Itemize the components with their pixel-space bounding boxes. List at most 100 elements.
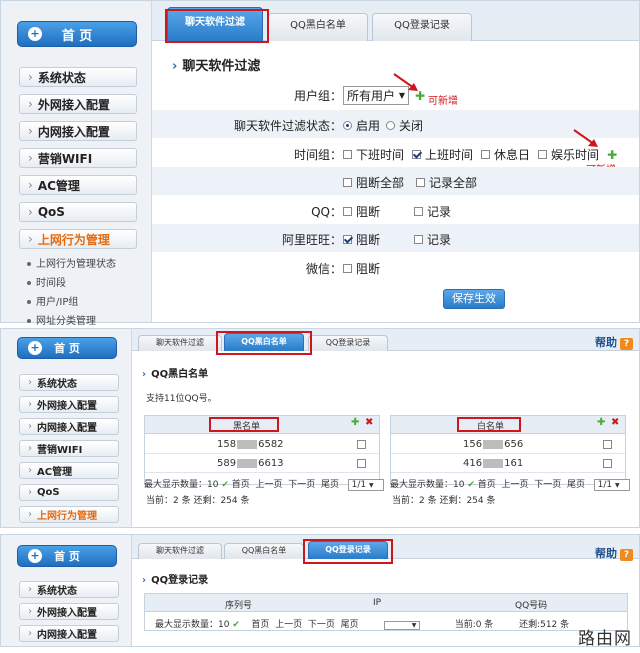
nav-behavior[interactable]: › 上网行为管理 bbox=[19, 229, 137, 249]
qq-suffix: 6582 bbox=[258, 439, 284, 450]
nav-behavior[interactable]: › 上网行为管理 bbox=[19, 506, 119, 523]
prev-page-link[interactable]: 上一页 bbox=[501, 480, 528, 490]
nav-system-status[interactable]: › 系统状态 bbox=[19, 374, 119, 391]
max-show-value[interactable]: 10 bbox=[207, 480, 218, 490]
last-page-link[interactable]: 尾页 bbox=[567, 480, 585, 490]
sidebar: + 首 页 › 系统状态 › 外网接入配置 › 内网接入配置 bbox=[1, 535, 131, 646]
nav-label: AC管理 bbox=[37, 178, 80, 193]
home-button[interactable]: + 首 页 bbox=[17, 21, 137, 47]
check-icon[interactable]: ✔ bbox=[218, 480, 231, 490]
nav-wan-config[interactable]: › 外网接入配置 bbox=[19, 603, 119, 620]
tab-chat-filter[interactable]: 聊天软件过滤 bbox=[138, 543, 222, 559]
aliww-block-checkbox[interactable] bbox=[343, 235, 352, 244]
row-checkbox[interactable] bbox=[357, 440, 366, 449]
next-page-link[interactable]: 下一页 bbox=[288, 480, 315, 490]
bullet-icon bbox=[27, 281, 31, 285]
highlight-box bbox=[303, 539, 393, 564]
time-rest-checkbox[interactable] bbox=[481, 150, 491, 159]
first-page-link[interactable]: 首页 bbox=[478, 480, 496, 490]
sub-time-period[interactable]: 时间段 bbox=[27, 274, 66, 289]
last-page-link[interactable]: 尾页 bbox=[321, 480, 339, 490]
time-offwork-checkbox[interactable] bbox=[343, 150, 352, 159]
add-icon[interactable]: ✚ bbox=[351, 417, 359, 428]
nav-marketing-wifi[interactable]: › 营销WIFI bbox=[19, 148, 137, 168]
tab-qq-log[interactable]: QQ登录记录 bbox=[308, 335, 388, 351]
section-title: › 聊天软件过滤 bbox=[172, 55, 260, 74]
qq-control: 阻断 记录 bbox=[343, 203, 451, 220]
page-select[interactable]: 1/1 ▼ bbox=[593, 479, 630, 491]
dropdown-arrow-icon: ▼ bbox=[368, 481, 374, 489]
next-page-link[interactable]: 下一页 bbox=[534, 480, 561, 490]
nav-qos[interactable]: › QoS bbox=[19, 484, 119, 501]
nav-label: 内网接入配置 bbox=[37, 423, 97, 434]
panel-chat-filter: + 首 页 › 系统状态 › 外网接入配置 › 内网接入配置 › 营销WIFI › AC管… bbox=[0, 0, 640, 327]
tab-qq-list[interactable]: QQ黑白名单 bbox=[224, 543, 304, 559]
qq-block-checkbox[interactable] bbox=[343, 207, 352, 216]
add-icon[interactable]: ✚ bbox=[607, 148, 617, 162]
tab-qq-log[interactable]: QQ登录记录 bbox=[372, 13, 472, 41]
tab-qq-list[interactable]: QQ黑白名单 bbox=[268, 13, 368, 41]
nav-system-status[interactable]: › 系统状态 bbox=[19, 581, 119, 598]
max-show-value[interactable]: 10 bbox=[453, 480, 464, 490]
sub-url-category[interactable]: 网址分类管理 bbox=[27, 312, 96, 327]
status-off-radio[interactable] bbox=[386, 121, 396, 130]
qq-record-checkbox[interactable] bbox=[414, 207, 424, 216]
wechat-block-checkbox[interactable] bbox=[343, 264, 352, 273]
nav-wan-config[interactable]: › 外网接入配置 bbox=[19, 396, 119, 413]
qq-suffix: 161 bbox=[504, 458, 524, 469]
save-button[interactable]: 保存生效 bbox=[443, 289, 505, 309]
panel-qq-list: + 首 页 › 系统状态 › 外网接入配置 › 内网接入配置 › 营销WIFI › AC管… bbox=[0, 328, 640, 528]
tab-chat-filter[interactable]: 聊天软件过滤 bbox=[138, 335, 222, 351]
last-page-link[interactable]: 尾页 bbox=[341, 620, 359, 630]
status-on-radio[interactable] bbox=[343, 121, 352, 130]
home-button[interactable]: + 首 页 bbox=[17, 337, 117, 359]
highlight-box bbox=[457, 417, 521, 432]
time-option-label: 下班时间 bbox=[356, 148, 405, 162]
sub-label: 时间段 bbox=[36, 278, 66, 289]
row-time-group: 时间组： 下班时间 上班时间 休息日 娱乐时间 ✚ 可新增 bbox=[152, 139, 639, 177]
qq-number: 156 656 bbox=[463, 439, 523, 450]
nav-wan-config[interactable]: › 外网接入配置 bbox=[19, 94, 137, 114]
nav-lan-config[interactable]: › 内网接入配置 bbox=[19, 418, 119, 435]
nav-marketing-wifi[interactable]: › 营销WIFI bbox=[19, 440, 119, 457]
sub-behavior-status[interactable]: 上网行为管理状态 bbox=[27, 255, 116, 270]
nav-system-status[interactable]: › 系统状态 bbox=[19, 67, 137, 87]
nav-ac[interactable]: › AC管理 bbox=[19, 462, 119, 479]
page-select[interactable]: 1/1 ▼ bbox=[347, 479, 384, 491]
row-checkbox[interactable] bbox=[357, 459, 366, 468]
next-page-link[interactable]: 下一页 bbox=[308, 620, 335, 630]
nav-ac[interactable]: › AC管理 bbox=[19, 175, 137, 195]
home-button[interactable]: + 首 页 bbox=[17, 545, 117, 567]
nav-lan-config[interactable]: › 内网接入配置 bbox=[19, 121, 137, 141]
block-all-checkbox[interactable] bbox=[343, 178, 352, 187]
arrow-icon: › bbox=[142, 575, 147, 586]
content-area: 聊天软件过滤 QQ黑白名单 QQ登录记录 帮助? › QQ登录记录 序列号 IP … bbox=[131, 535, 639, 646]
row-checkbox[interactable] bbox=[603, 440, 612, 449]
nav-qos[interactable]: › QoS bbox=[19, 202, 137, 222]
first-page-link[interactable]: 首页 bbox=[232, 480, 250, 490]
add-icon[interactable]: ✚ bbox=[597, 417, 605, 428]
first-page-link[interactable]: 首页 bbox=[251, 620, 269, 630]
watermark: 路由网 bbox=[578, 629, 632, 649]
prev-page-link[interactable]: 上一页 bbox=[255, 480, 282, 490]
record-all-checkbox[interactable] bbox=[416, 178, 426, 187]
help-link[interactable]: 帮助? bbox=[595, 545, 633, 561]
nav-lan-config[interactable]: › 内网接入配置 bbox=[19, 625, 119, 642]
help-link[interactable]: 帮助? bbox=[595, 334, 633, 350]
chevron-right-icon: › bbox=[28, 151, 33, 165]
sub-user-ip-group[interactable]: 用户/IP组 bbox=[27, 293, 78, 308]
time-fun-checkbox[interactable] bbox=[538, 150, 548, 159]
table-header: 黑名单 ✚ ✖ bbox=[145, 416, 379, 434]
check-icon[interactable]: ✔ bbox=[229, 620, 242, 630]
prev-page-link[interactable]: 上一页 bbox=[275, 620, 302, 630]
check-icon[interactable]: ✔ bbox=[464, 480, 477, 490]
time-work-checkbox[interactable] bbox=[412, 150, 422, 159]
aliww-record-checkbox[interactable] bbox=[414, 235, 424, 244]
page-select[interactable]: ▼ bbox=[384, 621, 421, 630]
row-checkbox[interactable] bbox=[603, 459, 612, 468]
delete-icon[interactable]: ✖ bbox=[365, 417, 373, 428]
nav-label: 营销WIFI bbox=[37, 151, 93, 166]
delete-icon[interactable]: ✖ bbox=[611, 417, 619, 428]
highlight-box bbox=[209, 417, 279, 432]
max-show-value[interactable]: 10 bbox=[218, 620, 229, 630]
